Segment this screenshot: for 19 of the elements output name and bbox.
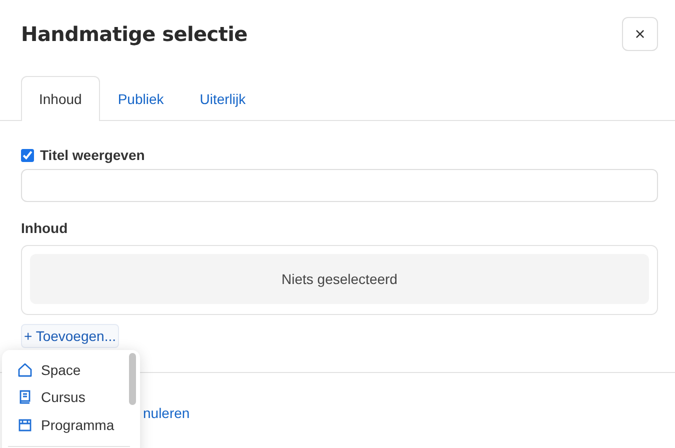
close-button[interactable]: × <box>622 17 658 51</box>
box-icon <box>17 416 33 433</box>
house-icon <box>17 362 33 378</box>
menu-item[interactable]: Cursus <box>2 384 140 411</box>
menu-item[interactable]: Programma <box>2 411 140 438</box>
checkbox-label: Titel weergeven <box>40 147 145 163</box>
title-field[interactable] <box>21 169 658 202</box>
tab[interactable]: Inhoud <box>21 76 100 121</box>
scrollbar[interactable] <box>129 353 136 405</box>
tab[interactable]: Uiterlijk <box>182 76 264 121</box>
cancel-link[interactable]: nuleren <box>143 405 190 421</box>
book-icon <box>17 389 33 406</box>
menu-item[interactable]: Space <box>2 356 140 384</box>
tab[interactable]: Publiek <box>100 76 182 121</box>
checkbox[interactable] <box>21 148 34 162</box>
dialog-title: Handmatige selectie <box>21 22 248 46</box>
empty-message: Niets geselecteerd <box>30 254 649 304</box>
field-label: Inhoud <box>21 220 69 238</box>
add-button[interactable]: + Toevoegen... <box>21 324 119 348</box>
